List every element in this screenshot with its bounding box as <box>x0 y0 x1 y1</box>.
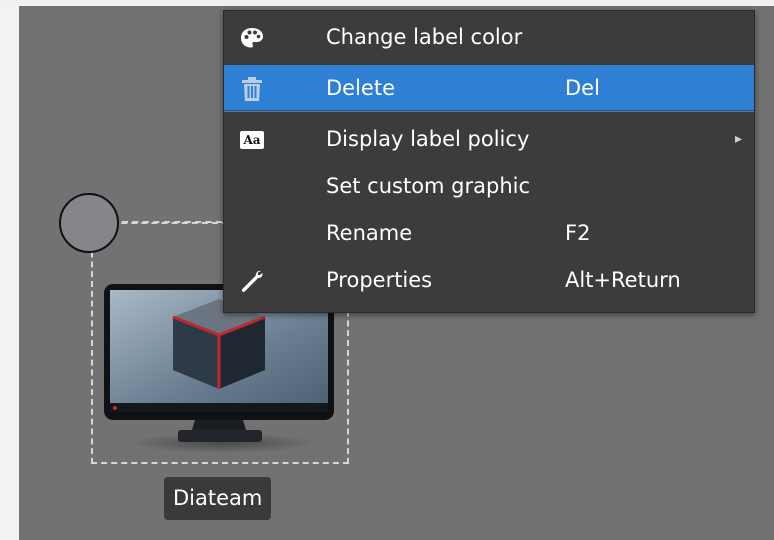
menu-item-label: Change label color <box>326 25 523 49</box>
node-port-handle[interactable] <box>59 193 119 253</box>
menu-separator <box>224 110 754 111</box>
menu-item-set-custom-graphic[interactable]: Set custom graphic <box>224 163 754 210</box>
menu-item-label: Display label policy <box>326 127 530 151</box>
menu-item-rename[interactable]: Rename F2 <box>224 210 754 257</box>
menu-item-shortcut: F2 <box>565 221 591 245</box>
context-menu: Change label color Delete Del Aa Display… <box>223 10 755 313</box>
font-aa-icon: Aa <box>238 127 266 153</box>
menu-item-change-label-color[interactable]: Change label color <box>224 14 754 61</box>
palette-icon <box>238 25 266 51</box>
menu-item-delete[interactable]: Delete Del <box>224 65 754 112</box>
menu-item-label: Delete <box>326 76 395 100</box>
submenu-arrow-icon: ▸ <box>735 131 743 147</box>
menu-item-label: Set custom graphic <box>326 174 531 198</box>
wrench-icon <box>238 268 266 294</box>
trash-icon <box>238 76 266 102</box>
menu-item-shortcut: Alt+Return <box>565 268 681 292</box>
menu-item-label: Properties <box>326 268 433 292</box>
node-label[interactable]: Diateam <box>164 477 272 520</box>
menu-item-properties[interactable]: Properties Alt+Return <box>224 257 754 304</box>
menu-item-label: Rename <box>326 221 413 245</box>
menu-item-display-label-policy[interactable]: Aa Display label policy ▸ <box>224 116 754 163</box>
menu-item-shortcut: Del <box>565 76 600 100</box>
